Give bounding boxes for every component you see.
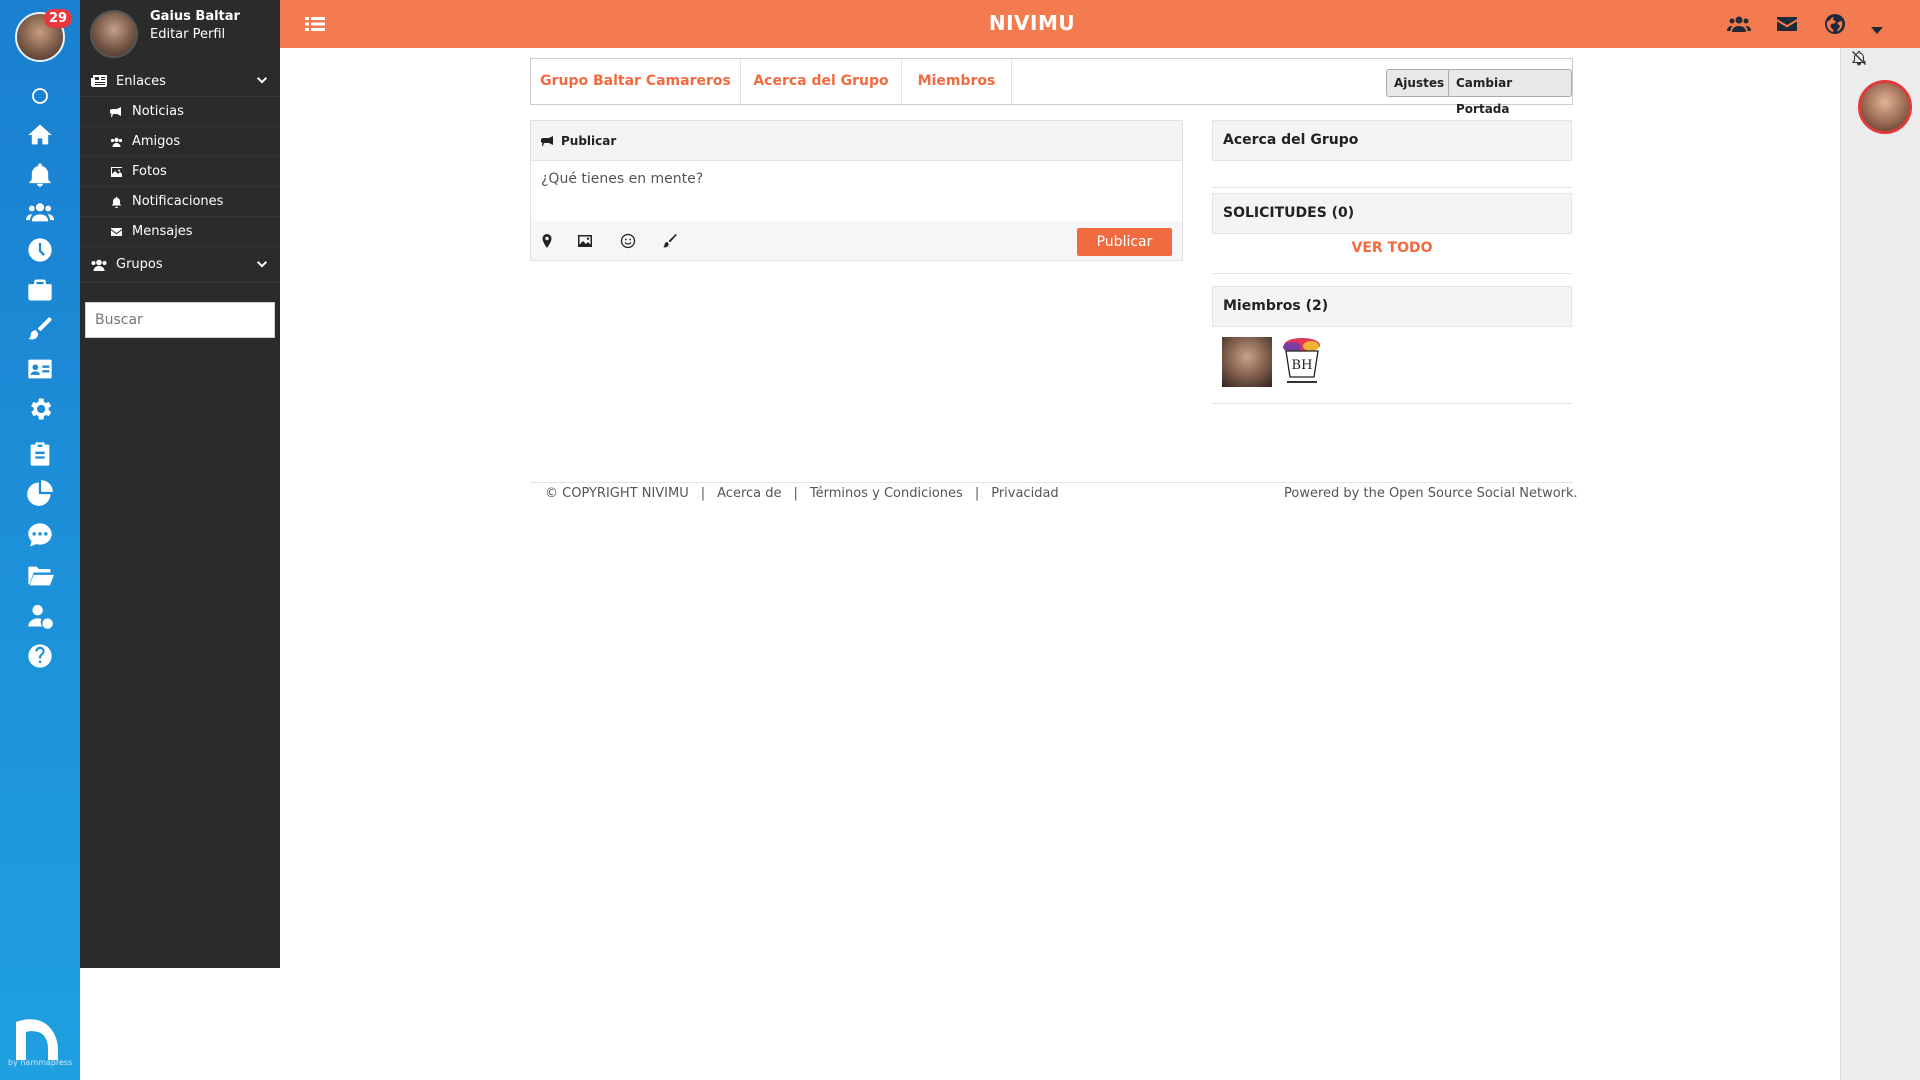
divider	[1212, 403, 1572, 404]
bell-slash-icon[interactable]	[1851, 50, 1867, 66]
newspaper-icon	[90, 74, 108, 88]
gear-icon[interactable]	[24, 393, 56, 425]
paint-brush-icon[interactable]	[662, 233, 678, 249]
top-bar: NIVIMU	[280, 0, 1920, 48]
svg-text:BH: BH	[1292, 358, 1313, 373]
tab-members[interactable]: Miembros	[902, 59, 1012, 104]
post-composer-title: Publicar	[561, 133, 617, 148]
separator: |	[974, 486, 980, 501]
post-composer-header: Publicar	[531, 121, 1182, 161]
sidebar-item-mensajes[interactable]: Mensajes	[80, 217, 280, 247]
chevron-down-icon[interactable]	[256, 75, 268, 87]
footer-links: © COPYRIGHT NIVIMU | Acerca de | Término…	[545, 486, 1059, 501]
separator: |	[700, 486, 706, 501]
home-icon[interactable]	[24, 119, 56, 151]
users-icon	[90, 258, 108, 272]
divider	[1212, 187, 1572, 188]
right-chat-column	[1840, 48, 1920, 1080]
about-group-widget-title: Acerca del Grupo	[1212, 120, 1572, 161]
sidebar-profile[interactable]: Gaius Baltar Editar Perfil	[80, 0, 280, 66]
bullhorn-icon	[110, 106, 124, 118]
envelope-icon[interactable]	[1775, 13, 1799, 35]
sidebar-item-fotos[interactable]: Fotos	[80, 157, 280, 187]
sidebar-section-label: Grupos	[116, 257, 163, 272]
members-widget-title: Miembros (2)	[1212, 286, 1572, 327]
tab-group-name[interactable]: Grupo Baltar Camareros	[531, 59, 741, 104]
sidebar-item-notificaciones[interactable]: Notificaciones	[80, 187, 280, 217]
group-tabs-bar: Grupo Baltar Camareros Acerca del Grupo …	[530, 58, 1573, 116]
clock-icon[interactable]	[24, 234, 56, 266]
sidebar-section-label: Enlaces	[116, 73, 166, 89]
footer-link-privacy[interactable]: Privacidad	[991, 486, 1058, 501]
sidebar-item-noticias[interactable]: Noticias	[80, 97, 280, 127]
settings-button[interactable]: Ajustes	[1386, 69, 1453, 97]
brush-icon[interactable]	[24, 313, 56, 345]
user-dollar-icon[interactable]	[24, 600, 56, 632]
busy-hall-logo: BH	[1283, 338, 1320, 383]
friends-icon[interactable]	[1727, 13, 1751, 35]
chat-icon[interactable]	[24, 519, 56, 551]
briefcase-icon[interactable]	[24, 274, 56, 306]
copyright-text: © COPYRIGHT NIVIMU	[545, 486, 689, 501]
sidebar: Gaius Baltar Editar Perfil Enlaces Notic…	[80, 0, 280, 968]
sidebar-item-amigos[interactable]: Amigos	[80, 127, 280, 157]
chevron-down-icon[interactable]	[256, 259, 268, 271]
nammapress-logo	[14, 1016, 66, 1062]
footer-link-terms[interactable]: Términos y Condiciones	[810, 486, 963, 501]
bell-icon	[110, 196, 124, 208]
sidebar-section-groups[interactable]: Grupos	[80, 247, 280, 283]
powered-by-text: Powered by the Open Source Social Networ…	[1284, 486, 1578, 501]
help-icon[interactable]	[24, 640, 56, 672]
user-name[interactable]: Gaius Baltar	[150, 9, 240, 24]
envelope-icon	[110, 226, 124, 238]
member-avatar[interactable]	[1222, 337, 1272, 387]
clipboard-icon[interactable]	[24, 438, 56, 470]
edit-profile-link[interactable]: Editar Perfil	[150, 27, 225, 42]
search-input[interactable]	[85, 302, 275, 338]
site-title[interactable]: NIVIMU	[280, 11, 1784, 35]
avatar[interactable]	[90, 10, 138, 58]
sidebar-item-label: Noticias	[132, 104, 184, 119]
users-icon[interactable]	[24, 196, 56, 228]
pie-chart-icon[interactable]	[24, 477, 56, 509]
bullhorn-icon	[541, 135, 555, 147]
divider	[1212, 273, 1572, 274]
sidebar-item-label: Notificaciones	[132, 194, 224, 209]
member-avatar[interactable]: BH	[1277, 337, 1327, 387]
left-rail: 29 by nammapress	[0, 0, 80, 1080]
globe-icon[interactable]	[1823, 13, 1847, 35]
caret-down-icon[interactable]	[1870, 20, 1884, 34]
folder-icon[interactable]	[24, 560, 56, 592]
sidebar-item-label: Fotos	[132, 164, 167, 179]
see-all-link[interactable]: VER TODO	[1212, 240, 1572, 256]
post-composer: Publicar ¿Qué tienes en mente? Publicar	[530, 120, 1183, 261]
rail-footer-credit: by nammapress	[8, 1058, 73, 1067]
separator: |	[793, 486, 798, 501]
circle-icon[interactable]	[24, 80, 56, 112]
change-cover-button[interactable]: Cambiar Portada	[1448, 69, 1572, 116]
sidebar-section-links[interactable]: Enlaces	[80, 66, 280, 97]
bell-icon[interactable]	[24, 159, 56, 191]
footer-divider	[530, 482, 1573, 483]
post-textarea[interactable]: ¿Qué tienes en mente?	[531, 161, 1182, 221]
sidebar-item-label: Mensajes	[132, 224, 193, 239]
users-icon	[110, 136, 124, 148]
location-pin-icon[interactable]	[539, 233, 555, 249]
notification-badge: 29	[44, 9, 73, 28]
image-icon	[110, 166, 124, 178]
address-card-icon[interactable]	[24, 353, 56, 385]
requests-widget-title: SOLICITUDES (0)	[1212, 193, 1572, 234]
footer-link-about[interactable]: Acerca de	[717, 486, 781, 501]
online-friend-avatar[interactable]	[1858, 80, 1912, 134]
image-icon[interactable]	[577, 233, 593, 249]
publish-button[interactable]: Publicar	[1077, 228, 1172, 256]
tab-about-group[interactable]: Acerca del Grupo	[741, 59, 902, 104]
sidebar-item-label: Amigos	[132, 134, 181, 149]
post-toolbar: Publicar	[531, 221, 1182, 260]
smiley-icon[interactable]	[620, 233, 636, 249]
